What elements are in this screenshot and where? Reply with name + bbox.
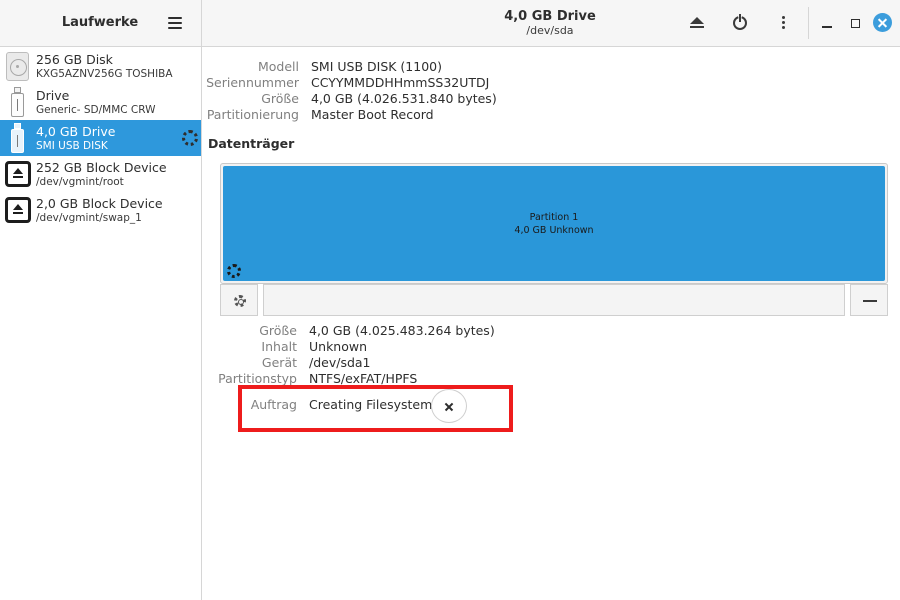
maximize-button[interactable] [841,10,869,36]
drive-details: Modell SMI USB DISK (1100) Seriennummer … [202,47,900,600]
power-off-button[interactable] [726,10,754,36]
partition-name: Partition 1 [529,212,579,223]
partition-block-1[interactable]: Partition 1 4,0 GB Unknown [223,166,885,281]
gear-icon [234,295,246,307]
sidebar-header: Laufwerke [0,0,202,47]
menu-button[interactable] [163,12,187,34]
property-serial: Seriennummer CCYYMMDDHHmmSS32UTDJ [202,75,489,91]
property-value: 4,0 GB (4.026.531.840 bytes) [311,91,497,106]
drive-name: 252 GB Block Device [36,160,167,175]
drive-description: SMI USB DISK [36,140,108,152]
property-label: Größe [259,323,297,338]
partition-property-content: Inhalt Unknown [202,339,367,355]
partition-toolbar [220,284,888,317]
partition-property-device: Gerät /dev/sda1 [202,355,371,371]
drive-name: 256 GB Disk [36,52,113,67]
property-label: Gerät [261,355,297,370]
close-button[interactable] [868,10,896,36]
partition-map: Partition 1 4,0 GB Unknown [220,163,888,284]
partition-property-size: Größe 4,0 GB (4.025.483.264 bytes) [202,323,494,339]
property-model: Modell SMI USB DISK (1100) [202,59,442,75]
drive-name: 4,0 GB Drive [36,124,116,139]
property-value: 4,0 GB (4.025.483.264 bytes) [309,323,495,338]
hard-disk-icon [6,52,29,81]
property-label: Seriennummer [206,75,299,90]
property-partitioning: Partitionierung Master Boot Record [202,107,434,123]
property-label: Größe [261,91,299,106]
toolbar-spacer [263,284,845,316]
property-value: CCYYMMDDHHmmSS32UTDJ [311,75,490,90]
partition-options-button[interactable] [220,284,258,316]
drive-description: /dev/vgmint/swap_1 [36,212,142,224]
drive-item-4gb-drive[interactable]: 4,0 GB Drive SMI USB DISK [0,120,201,156]
property-value: /dev/sda1 [309,355,371,370]
partition-description: 4,0 GB Unknown [514,225,594,236]
property-label: Inhalt [261,339,297,354]
drive-item-2gb-block-device[interactable]: 2,0 GB Block Device /dev/vgmint/swap_1 [0,192,201,228]
drive-description: /dev/vgmint/root [36,176,124,188]
drive-item-card-reader[interactable]: Drive Generic- SD/MMC CRW [0,84,201,120]
window-subtitle-text: /dev/sda [526,24,574,37]
drive-list: 256 GB Disk KXG5AZNV256G TOSHIBA Drive G… [0,47,202,600]
window-title: 4,0 GB Drive /dev/sda [450,9,650,38]
drive-description: Generic- SD/MMC CRW [36,104,156,116]
block-device-icon [5,197,31,223]
usb-drive-icon [11,87,24,117]
property-label: Partitionierung [206,107,299,122]
volumes-section-title: Datenträger [208,136,295,151]
drive-menu-button[interactable] [770,10,798,36]
drive-description: KXG5AZNV256G TOSHIBA [36,68,173,80]
property-label: Modell [257,59,299,74]
window-title-text: 4,0 GB Drive [504,9,596,24]
block-device-icon [5,161,31,187]
property-value: Master Boot Record [311,107,434,122]
header-bar: Laufwerke 4,0 GB Drive /dev/sda [0,0,900,47]
property-size: Größe 4,0 GB (4.026.531.840 bytes) [202,91,496,107]
eject-button[interactable] [683,10,711,36]
property-value: Unknown [309,339,368,354]
drive-name: 2,0 GB Block Device [36,196,163,211]
drive-name: Drive [36,88,70,103]
busy-spinner-icon [182,130,198,146]
drive-item-256gb-disk[interactable]: 256 GB Disk KXG5AZNV256G TOSHIBA [0,48,201,84]
usb-drive-icon [11,123,24,153]
sidebar-title-text: Laufwerke [61,15,139,30]
job-highlight-box [238,385,513,432]
delete-partition-button[interactable] [850,284,888,316]
property-value: SMI USB DISK (1100) [311,59,442,74]
busy-spinner-icon [227,264,241,278]
drive-item-252gb-block-device[interactable]: 252 GB Block Device /dev/vgmint/root [0,156,201,192]
minimize-button[interactable] [813,10,841,36]
header-separator [808,7,809,39]
